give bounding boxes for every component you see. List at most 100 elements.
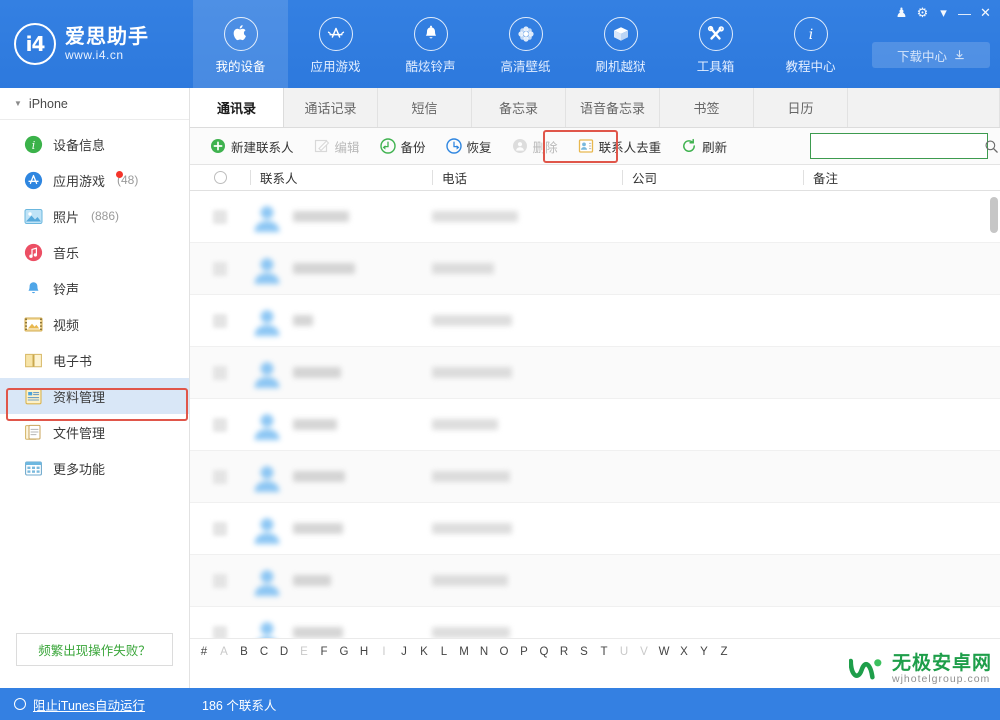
table-row[interactable] [190, 451, 1000, 503]
sidebar-item-音乐[interactable]: 音乐 [0, 234, 189, 270]
tab-日历[interactable]: 日历 [754, 88, 849, 127]
column-header-company[interactable]: 公司 [622, 165, 803, 191]
help-link-button[interactable]: 频繁出现操作失败？ [16, 633, 173, 666]
nav-item-教程中心[interactable]: i 教程中心 [763, 0, 858, 88]
alpha-index-W[interactable]: W [654, 646, 674, 658]
alpha-index-T[interactable]: T [594, 646, 614, 658]
sidebar-item-更多功能[interactable]: 更多功能 [0, 450, 189, 486]
table-row[interactable] [190, 347, 1000, 399]
scrollbar-thumb[interactable] [990, 197, 998, 233]
alpha-index-X[interactable]: X [674, 646, 694, 658]
table-row[interactable] [190, 399, 1000, 451]
table-header: 联系人 电话 公司 备注 [190, 165, 1000, 191]
search-icon[interactable] [984, 139, 999, 154]
block-itunes-toggle[interactable]: 阻止iTunes自动运行 [0, 688, 190, 720]
alpha-index-P[interactable]: P [514, 646, 534, 658]
table-row[interactable] [190, 607, 1000, 638]
device-header[interactable]: ▼ iPhone [0, 88, 189, 120]
row-checkbox[interactable] [190, 261, 250, 276]
alpha-index-#[interactable]: # [194, 646, 214, 658]
alpha-index-Z[interactable]: Z [714, 646, 734, 658]
nav-item-我的设备[interactable]: 我的设备 [193, 0, 288, 88]
nav-item-酷炫铃声[interactable]: 酷炫铃声 [383, 0, 478, 88]
row-checkbox[interactable] [190, 573, 250, 588]
alpha-index-C[interactable]: C [254, 646, 274, 658]
toolbar-button-备份[interactable]: 备份 [372, 133, 434, 159]
row-checkbox[interactable] [190, 209, 250, 224]
checkbox-icon[interactable] [213, 365, 227, 380]
skin-icon[interactable]: ♟ [891, 3, 912, 24]
search-box[interactable] [810, 133, 998, 159]
toolbar-button-新建联系人[interactable]: 新建联系人 [202, 133, 302, 159]
row-checkbox[interactable] [190, 417, 250, 432]
sidebar-item-照片[interactable]: 照片 (886) [0, 198, 189, 234]
chevron-down-icon[interactable]: ▾ [933, 3, 954, 24]
checkbox-icon[interactable] [213, 573, 227, 588]
sidebar-item-资料管理[interactable]: 资料管理 [0, 378, 189, 414]
alpha-index-O[interactable]: O [494, 646, 514, 658]
tab-通话记录[interactable]: 通话记录 [284, 88, 378, 127]
alpha-index-J[interactable]: J [394, 646, 414, 658]
row-checkbox[interactable] [190, 521, 250, 536]
alpha-index-S[interactable]: S [574, 646, 594, 658]
alpha-index-H[interactable]: H [354, 646, 374, 658]
alpha-index-K[interactable]: K [414, 646, 434, 658]
tab-书签[interactable]: 书签 [660, 88, 755, 127]
row-checkbox[interactable] [190, 313, 250, 328]
row-checkbox[interactable] [190, 365, 250, 380]
checkbox-icon[interactable] [213, 625, 227, 638]
sidebar-item-设备信息[interactable]: i 设备信息 [0, 126, 189, 162]
checkbox-icon[interactable] [213, 209, 227, 224]
nav-item-应用游戏[interactable]: 应用游戏 [288, 0, 383, 88]
nav-item-高清壁纸[interactable]: 高清壁纸 [478, 0, 573, 88]
close-icon[interactable]: ✕ [975, 3, 996, 24]
table-row[interactable] [190, 191, 1000, 243]
checkbox-icon[interactable] [213, 261, 227, 276]
row-checkbox[interactable] [190, 469, 250, 484]
nav-item-工具箱[interactable]: 工具箱 [668, 0, 763, 88]
alpha-index-L[interactable]: L [434, 646, 454, 658]
column-header-name[interactable]: 联系人 [250, 165, 432, 191]
checkbox-icon[interactable] [213, 521, 227, 536]
tab-通讯录[interactable]: 通讯录 [190, 88, 284, 127]
alpha-index-G[interactable]: G [334, 646, 354, 658]
app-window: i4 爱思助手 www.i4.cn 我的设备 应用游戏 酷炫铃声 高清壁纸 刷机越狱 工具… [0, 0, 1000, 720]
alpha-index-N[interactable]: N [474, 646, 494, 658]
alpha-index-D[interactable]: D [274, 646, 294, 658]
alpha-index-M[interactable]: M [454, 646, 474, 658]
toolbar-button-联系人去重[interactable]: 联系人去重 [570, 133, 670, 159]
vertical-scrollbar[interactable] [990, 193, 998, 636]
sidebar-item-视频[interactable]: 视频 [0, 306, 189, 342]
checkbox-icon[interactable] [213, 313, 227, 328]
sidebar-item-应用游戏[interactable]: 应用游戏 (48) [0, 162, 189, 198]
tab-短信[interactable]: 短信 [378, 88, 472, 127]
search-input[interactable] [811, 134, 984, 158]
column-header-note[interactable]: 备注 [803, 165, 1000, 191]
checkbox-icon[interactable] [213, 417, 227, 432]
gear-icon[interactable]: ⚙ [912, 3, 933, 24]
toolbar-button-刷新[interactable]: 刷新 [673, 133, 735, 159]
select-all-circle-icon[interactable] [213, 171, 227, 184]
nav-item-刷机越狱[interactable]: 刷机越狱 [573, 0, 668, 88]
tab-语音备忘录[interactable]: 语音备忘录 [566, 88, 661, 127]
column-header-phone[interactable]: 电话 [432, 165, 622, 191]
alpha-index-B[interactable]: B [234, 646, 254, 658]
checkbox-icon[interactable] [213, 469, 227, 484]
download-center-button[interactable]: 下载中心 [872, 42, 990, 68]
table-row[interactable] [190, 555, 1000, 607]
table-row[interactable] [190, 295, 1000, 347]
alpha-index-R[interactable]: R [554, 646, 574, 658]
select-all-header[interactable] [190, 165, 250, 191]
sidebar-item-铃声[interactable]: 铃声 [0, 270, 189, 306]
minimize-icon[interactable]: — [954, 3, 975, 24]
alpha-index-Q[interactable]: Q [534, 646, 554, 658]
sidebar-item-文件管理[interactable]: 文件管理 [0, 414, 189, 450]
table-row[interactable] [190, 243, 1000, 295]
sidebar-item-电子书[interactable]: 电子书 [0, 342, 189, 378]
toolbar-button-恢复[interactable]: 恢复 [438, 133, 500, 159]
alpha-index-F[interactable]: F [314, 646, 334, 658]
tab-备忘录[interactable]: 备忘录 [472, 88, 566, 127]
table-row[interactable] [190, 503, 1000, 555]
alpha-index-Y[interactable]: Y [694, 646, 714, 658]
row-checkbox[interactable] [190, 625, 250, 638]
